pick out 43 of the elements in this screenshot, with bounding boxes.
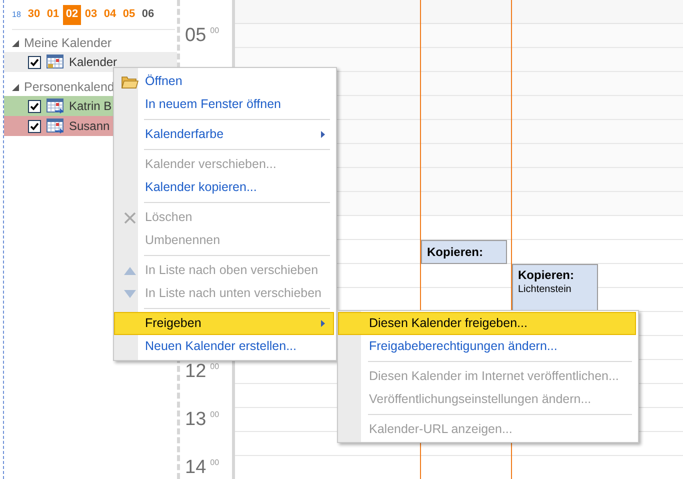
calendar-day[interactable]: 02 — [63, 4, 81, 24]
hour-label: 05 — [185, 26, 206, 46]
time-slot[interactable] — [235, 48, 683, 72]
delete-icon — [123, 210, 137, 224]
calendar-item[interactable]: Kalender — [4, 52, 177, 72]
appointment[interactable]: Kopieren: — [421, 240, 507, 264]
calendar-day[interactable]: 05 — [120, 4, 138, 24]
checkbox[interactable] — [28, 120, 41, 132]
calendar-icon — [46, 54, 64, 70]
expand-arrow-icon[interactable] — [12, 40, 19, 46]
minute-label: 00 — [210, 362, 220, 372]
group-title[interactable]: Meine Kalender — [24, 34, 112, 52]
hour-label: 14 — [185, 458, 206, 478]
expand-arrow-icon[interactable] — [12, 84, 19, 90]
hour-label: 12 — [185, 362, 206, 382]
arrow-down-icon — [123, 288, 137, 298]
calendar-day[interactable]: 06 — [139, 4, 157, 24]
calendar-icon — [46, 118, 64, 134]
menu-item[interactable]: Freigeben — [114, 312, 334, 335]
checkbox[interactable] — [28, 100, 41, 112]
arrow-up-icon — [123, 266, 137, 276]
menu-item[interactable]: Diesen Kalender freigeben... — [338, 312, 636, 335]
submenu-caret-icon — [321, 320, 325, 327]
menu-item[interactable]: Kalender kopieren... — [114, 176, 334, 199]
minute-label: 00 — [210, 26, 220, 36]
checkbox[interactable] — [28, 56, 41, 68]
folder-icon — [121, 74, 139, 90]
menu-item[interactable]: Neuen Kalender erstellen... — [114, 335, 334, 358]
calendar-day[interactable]: 01 — [44, 4, 62, 24]
submenu-caret-icon — [321, 131, 325, 138]
hour-label: 13 — [185, 410, 206, 430]
menu-item[interactable]: Freigabeberechtigungen ändern... — [338, 335, 636, 358]
calendar-day[interactable]: 30 — [25, 4, 43, 24]
time-slot[interactable] — [235, 0, 683, 24]
menu-item[interactable]: Öffnen — [114, 70, 334, 93]
calendar-day[interactable]: 03 — [82, 4, 100, 24]
group-title[interactable]: Personenkalend — [24, 78, 114, 96]
minute-label: 00 — [210, 458, 220, 468]
minute-label: 00 — [210, 410, 220, 420]
time-slot[interactable] — [235, 24, 683, 48]
calendar-day[interactable]: 04 — [101, 4, 119, 24]
week-number: 18 — [12, 8, 22, 20]
calendar-icon — [46, 98, 64, 114]
